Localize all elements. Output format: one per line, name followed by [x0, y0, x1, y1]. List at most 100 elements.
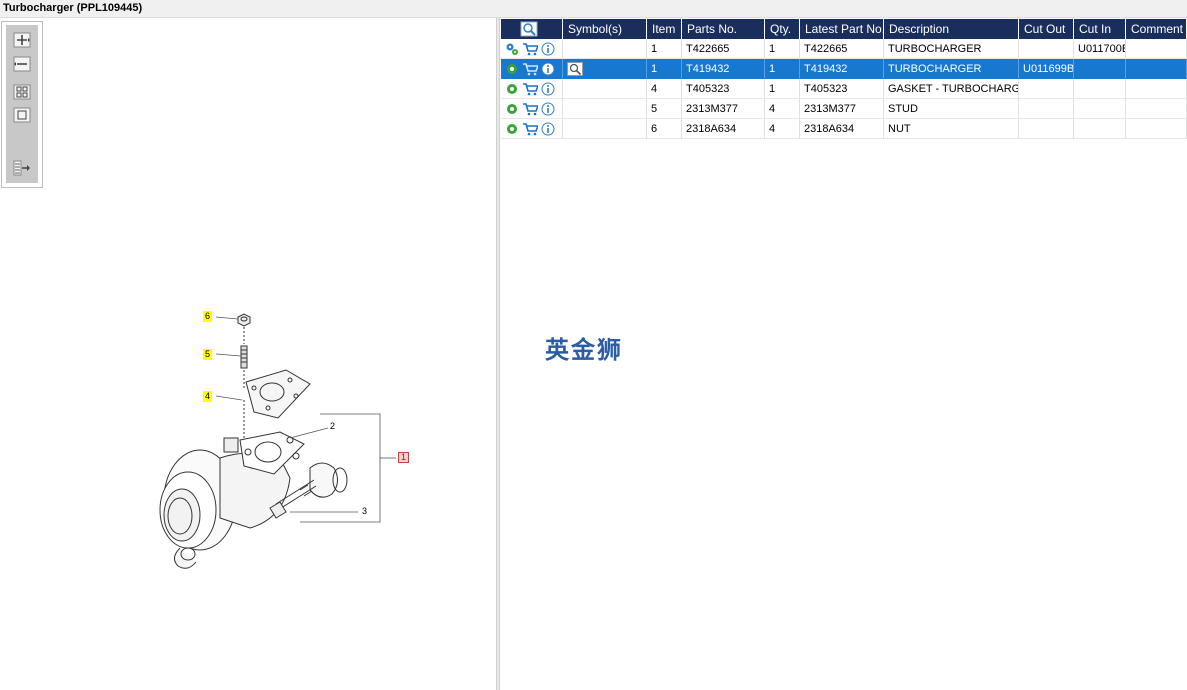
- column-header-parts-no[interactable]: Parts No.: [682, 19, 765, 39]
- zoom-toolbar: [1, 21, 43, 188]
- cell-cut-out: [1019, 39, 1074, 59]
- info-icon[interactable]: [541, 42, 555, 56]
- cell-latest-part-no: T422665: [800, 39, 884, 59]
- search-symbols-icon[interactable]: [520, 21, 538, 37]
- row-actions: [501, 79, 563, 99]
- cell-parts-no: T422665: [682, 39, 765, 59]
- cell-latest-part-no: 2318A634: [800, 119, 884, 139]
- gears-icon[interactable]: [505, 42, 519, 56]
- table-row[interactable]: 5 2313M377 4 2313M377 STUD: [501, 99, 1187, 119]
- callout-6[interactable]: 6: [203, 311, 213, 322]
- row-actions: [501, 39, 563, 59]
- cell-item: 5: [647, 99, 682, 119]
- gear-icon[interactable]: [505, 62, 519, 76]
- cell-cut-in: [1074, 119, 1126, 139]
- cell-comment: [1126, 99, 1187, 119]
- gear-icon[interactable]: [505, 102, 519, 116]
- cell-item: 1: [647, 59, 682, 79]
- column-header-qty[interactable]: Qty.: [765, 19, 800, 39]
- cell-cut-out: U011699B: [1019, 59, 1074, 79]
- cell-item: 1: [647, 39, 682, 59]
- toggle-panel-icon[interactable]: [13, 160, 31, 176]
- row-actions: [501, 99, 563, 119]
- callout-5[interactable]: 5: [203, 349, 213, 360]
- cell-item: 4: [647, 79, 682, 99]
- cell-qty: 4: [765, 119, 800, 139]
- cell-description: TURBOCHARGER: [884, 39, 1019, 59]
- callout-2[interactable]: 2: [328, 421, 337, 432]
- info-icon[interactable]: [541, 122, 555, 136]
- cell-qty: 1: [765, 39, 800, 59]
- zoom-toolbar-body: [6, 25, 38, 183]
- column-header-latest-part-no[interactable]: Latest Part No.: [800, 19, 884, 39]
- cell-qty: 1: [765, 59, 800, 79]
- cell-symbols: [563, 79, 647, 99]
- column-header-item[interactable]: Item: [647, 19, 682, 39]
- fit-page-icon[interactable]: [13, 84, 31, 100]
- cell-comment: [1126, 119, 1187, 139]
- cell-latest-part-no: T405323: [800, 79, 884, 99]
- callout-3[interactable]: 3: [360, 506, 369, 517]
- table-row[interactable]: 1 T422665 1 T422665 TURBOCHARGER U011700…: [501, 39, 1187, 59]
- row-actions: [501, 59, 563, 79]
- cell-parts-no: 2318A634: [682, 119, 765, 139]
- symbol-search-icon[interactable]: [567, 62, 583, 76]
- callout-1[interactable]: 1: [398, 452, 410, 463]
- column-header-actions[interactable]: [501, 19, 563, 39]
- table-row[interactable]: 6 2318A634 4 2318A634 NUT: [501, 119, 1187, 139]
- cell-parts-no: 2313M377: [682, 99, 765, 119]
- info-icon[interactable]: [541, 82, 555, 96]
- row-actions: [501, 119, 563, 139]
- cell-cut-in: [1074, 99, 1126, 119]
- column-header-description[interactable]: Description: [884, 19, 1019, 39]
- cell-cut-in: U011700E: [1074, 39, 1126, 59]
- cart-icon[interactable]: [522, 102, 538, 116]
- cell-latest-part-no: T419432: [800, 59, 884, 79]
- cell-parts-no: T405323: [682, 79, 765, 99]
- info-icon[interactable]: [541, 62, 555, 76]
- cell-item: 6: [647, 119, 682, 139]
- column-header-cut-out[interactable]: Cut Out: [1019, 19, 1074, 39]
- pane-splitter[interactable]: [496, 18, 500, 690]
- actual-size-icon[interactable]: [13, 107, 31, 123]
- cart-icon[interactable]: [522, 42, 538, 56]
- info-icon[interactable]: [541, 102, 555, 116]
- cell-symbols: [563, 39, 647, 59]
- callout-4[interactable]: 4: [203, 391, 213, 402]
- cell-symbols: [563, 119, 647, 139]
- column-header-symbols[interactable]: Symbol(s): [563, 19, 647, 39]
- watermark-logo: 英金狮: [545, 336, 623, 364]
- cell-description: GASKET - TURBOCHARGER: [884, 79, 1019, 99]
- zoom-in-icon[interactable]: [13, 32, 31, 48]
- cell-comment: [1126, 59, 1187, 79]
- zoom-out-icon[interactable]: [13, 56, 31, 72]
- cell-description: NUT: [884, 119, 1019, 139]
- cart-icon[interactable]: [522, 62, 538, 76]
- cell-cut-in: [1074, 79, 1126, 99]
- cell-qty: 1: [765, 79, 800, 99]
- cell-symbols: [563, 99, 647, 119]
- gear-icon[interactable]: [505, 122, 519, 136]
- table-row-selected[interactable]: 1 T419432 1 T419432 TURBOCHARGER U011699…: [501, 59, 1187, 79]
- turbocharger-drawing: [159, 313, 396, 569]
- cell-qty: 4: [765, 99, 800, 119]
- cell-cut-out: [1019, 119, 1074, 139]
- column-header-cut-in[interactable]: Cut In: [1074, 19, 1126, 39]
- window-titlebar: Turbocharger (PPL109445): [0, 0, 1187, 18]
- column-header-comment[interactable]: Comment: [1126, 19, 1187, 39]
- cell-description: STUD: [884, 99, 1019, 119]
- cell-latest-part-no: 2313M377: [800, 99, 884, 119]
- cart-icon[interactable]: [522, 122, 538, 136]
- table-row[interactable]: 4 T405323 1 T405323 GASKET - TURBOCHARGE…: [501, 79, 1187, 99]
- cell-parts-no: T419432: [682, 59, 765, 79]
- gear-icon[interactable]: [505, 82, 519, 96]
- cell-cut-in: [1074, 59, 1126, 79]
- cell-comment: [1126, 39, 1187, 59]
- window-title: Turbocharger (PPL109445): [3, 2, 143, 14]
- cell-cut-out: [1019, 99, 1074, 119]
- cell-symbols: [563, 59, 647, 79]
- cart-icon[interactable]: [522, 82, 538, 96]
- cell-cut-out: [1019, 79, 1074, 99]
- cell-comment: [1126, 79, 1187, 99]
- cell-description: TURBOCHARGER: [884, 59, 1019, 79]
